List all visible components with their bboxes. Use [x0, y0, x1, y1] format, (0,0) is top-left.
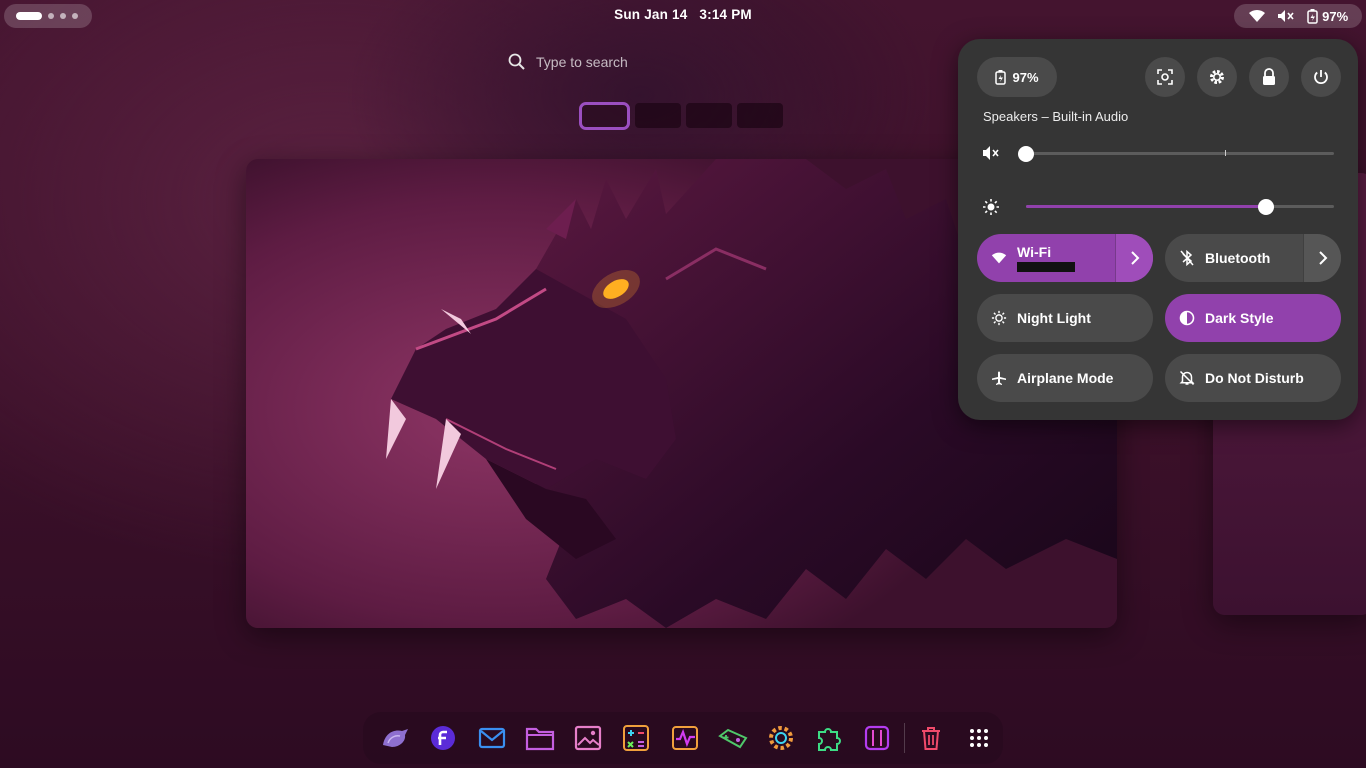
- battery-icon: [1307, 8, 1318, 24]
- bluetooth-toggle-label: Bluetooth: [1205, 250, 1271, 266]
- mail-icon: [478, 727, 505, 749]
- workspace-indicator: [60, 13, 66, 19]
- brightness-track[interactable]: [1026, 199, 1334, 215]
- lock-button[interactable]: [1249, 57, 1289, 97]
- clock-time: 3:14 PM: [699, 7, 752, 22]
- volume-mark: [1225, 150, 1226, 156]
- boxes-icon: [865, 725, 890, 751]
- wifi-toggle-label: Wi-Fi: [1017, 244, 1052, 260]
- extensions-icon: [818, 728, 842, 751]
- night-light-toggle[interactable]: Night Light: [977, 294, 1153, 342]
- dock-app-boxes[interactable]: [853, 714, 901, 762]
- dock-app-extensions[interactable]: [805, 714, 853, 762]
- clock-button[interactable]: Sun Jan 14 3:14 PM: [600, 7, 766, 22]
- output-device-label: Speakers – Built-in Audio: [983, 109, 1129, 124]
- settings-icon: [768, 726, 793, 750]
- battery-icon: [995, 69, 1007, 85]
- chevron-right-icon: [1318, 251, 1327, 265]
- search-icon: [508, 53, 525, 70]
- clock-date: Sun Jan 14: [614, 7, 688, 22]
- workspace-thumbnail[interactable]: [686, 103, 732, 128]
- wifi-menu-arrow[interactable]: [1115, 234, 1153, 282]
- calculator-icon: [623, 725, 650, 751]
- fedora-icon: [431, 726, 456, 750]
- bluetooth-menu-arrow[interactable]: [1303, 234, 1341, 282]
- activities-button[interactable]: [4, 4, 92, 28]
- workspace-indicator: [48, 13, 54, 19]
- airplane-mode-toggle[interactable]: Airplane Mode: [977, 354, 1153, 402]
- airplane-icon: [991, 370, 1007, 386]
- chevron-right-icon: [1130, 251, 1139, 265]
- dock-app-trash[interactable]: [907, 714, 955, 762]
- bluetooth-toggle[interactable]: Bluetooth: [1165, 234, 1341, 282]
- dock-app-mail[interactable]: [467, 714, 515, 762]
- system-monitor-icon: [671, 726, 698, 750]
- dock-app-system-monitor[interactable]: [660, 714, 708, 762]
- dash-dock: [363, 712, 1003, 764]
- battery-percentage: 97%: [1322, 8, 1349, 24]
- quick-settings-panel: 97% Speakers – Built-in Audio Wi-Fi Blue…: [958, 39, 1358, 420]
- brightness-slider[interactable]: [982, 196, 1334, 216]
- volume-muted-icon[interactable]: [982, 145, 1000, 166]
- do-not-disturb-icon: [1179, 370, 1195, 386]
- do-not-disturb-toggle[interactable]: Do Not Disturb: [1165, 354, 1341, 402]
- volume-track[interactable]: [1018, 146, 1334, 162]
- workspace-thumbnail[interactable]: [635, 103, 681, 128]
- volume-slider[interactable]: [982, 143, 1334, 163]
- show-apps-button[interactable]: [955, 714, 1003, 762]
- night-light-icon: [991, 310, 1007, 326]
- volume-knob[interactable]: [1018, 146, 1034, 162]
- system-menu-button[interactable]: 97%: [1234, 4, 1362, 28]
- top-bar: Sun Jan 14 3:14 PM 97%: [0, 0, 1366, 32]
- dock-app-fedora[interactable]: [419, 714, 467, 762]
- trash-icon: [921, 727, 940, 750]
- dark-style-icon: [1179, 310, 1195, 326]
- brightness-icon: [982, 198, 1000, 221]
- lock-icon: [1263, 68, 1275, 85]
- brightness-knob[interactable]: [1258, 199, 1275, 215]
- airplane-mode-toggle-label: Airplane Mode: [1017, 370, 1114, 386]
- power-icon: [1314, 70, 1328, 84]
- do-not-disturb-toggle-label: Do Not Disturb: [1205, 370, 1304, 386]
- battery-label: 97%: [1012, 69, 1039, 85]
- dark-style-toggle[interactable]: Dark Style: [1165, 294, 1341, 342]
- files-icon: [525, 727, 554, 751]
- game-controller-icon: [717, 728, 748, 749]
- workspace-indicator-active: [16, 12, 42, 20]
- show-apps-icon: [969, 729, 988, 747]
- volume-muted-icon: [1277, 9, 1295, 23]
- wifi-network-name-redacted: [1017, 262, 1075, 272]
- screenshot-icon: [1157, 69, 1173, 85]
- dock-app-files[interactable]: [516, 714, 564, 762]
- wifi-toggle[interactable]: Wi-Fi: [977, 234, 1153, 282]
- dark-style-toggle-label: Dark Style: [1205, 310, 1274, 326]
- workspace-indicator: [72, 13, 78, 19]
- bluetooth-disabled-icon: [1179, 250, 1195, 266]
- dock-app-web-browser[interactable]: [371, 714, 419, 762]
- dock-app-games[interactable]: [709, 714, 757, 762]
- wifi-icon: [1248, 9, 1266, 23]
- brightness-fill: [1026, 205, 1267, 208]
- dock-separator: [903, 723, 905, 753]
- web-browser-icon: [383, 729, 409, 747]
- search-placeholder: Type to search: [536, 54, 628, 70]
- dock-app-image-viewer[interactable]: [564, 714, 612, 762]
- screenshot-button[interactable]: [1145, 57, 1185, 97]
- night-light-toggle-label: Night Light: [1017, 310, 1091, 326]
- power-button[interactable]: [1301, 57, 1341, 97]
- workspace-thumbnails: [579, 102, 783, 130]
- workspace-thumbnail[interactable]: [579, 102, 630, 130]
- image-viewer-icon: [574, 725, 602, 751]
- battery-button[interactable]: 97%: [977, 57, 1057, 97]
- workspace-thumbnail[interactable]: [737, 103, 783, 128]
- search-entry[interactable]: Type to search: [508, 50, 768, 74]
- settings-button[interactable]: [1197, 57, 1237, 97]
- wifi-icon: [991, 250, 1007, 266]
- dock-app-settings[interactable]: [757, 714, 805, 762]
- settings-icon: [1210, 70, 1224, 84]
- dock-app-calculator[interactable]: [612, 714, 660, 762]
